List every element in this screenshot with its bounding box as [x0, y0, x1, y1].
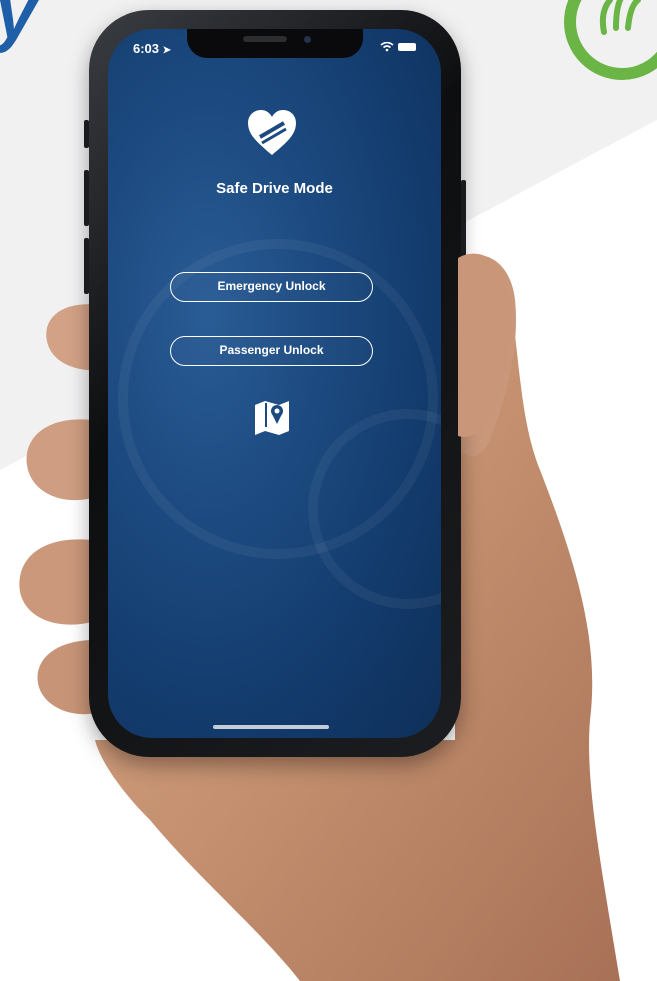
- wifi-icon: [380, 42, 394, 52]
- status-icons: [380, 42, 416, 52]
- phone-volume-up: [84, 170, 89, 226]
- map-pin-icon[interactable]: [252, 397, 292, 437]
- app-title: Safe Drive Mode: [216, 180, 333, 197]
- passenger-unlock-button[interactable]: Passenger Unlock: [170, 336, 373, 366]
- front-camera: [304, 36, 311, 43]
- emergency-unlock-button[interactable]: Emergency Unlock: [170, 272, 373, 302]
- phone-power-button: [461, 180, 466, 260]
- heart-shield-icon: [248, 110, 296, 155]
- notch: [187, 29, 363, 58]
- status-time: 6:03 ➤: [133, 41, 171, 56]
- status-time-label: 6:03: [133, 41, 160, 56]
- home-indicator[interactable]: [213, 725, 329, 729]
- phone-volume-down: [84, 238, 89, 294]
- speaker: [243, 36, 287, 42]
- location-arrow-icon: ➤: [162, 45, 172, 56]
- phone-side-button: [84, 120, 89, 148]
- battery-icon: [398, 43, 416, 51]
